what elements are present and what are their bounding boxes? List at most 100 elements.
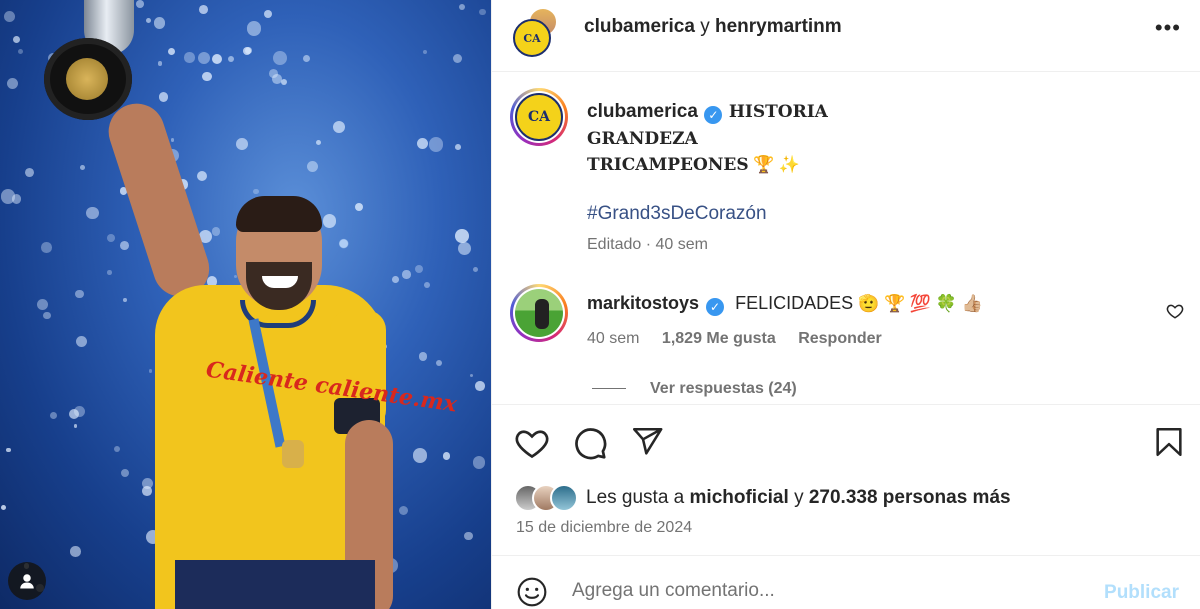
confetti-sparkle [13,36,21,44]
share-button[interactable] [630,425,664,464]
confetti-sparkle [0,189,16,204]
post-date: 15 de diciembre de 2024 [516,519,693,536]
comment-username[interactable]: markitostoys [587,293,699,313]
confetti-sparkle [197,51,211,65]
avatar-clubamerica[interactable]: CA [513,19,551,57]
confetti-sparkle [107,270,113,275]
confetti-sparkle [464,531,473,541]
confetti-sparkle [246,21,262,36]
confetti-sparkle [455,229,469,244]
confetti-sparkle [473,267,479,273]
confetti-sparkle [153,17,166,30]
caption-line: GRANDEZA [587,129,698,149]
caption-meta: Editado · 40 sem [587,236,708,253]
confetti-sparkle [202,72,212,82]
confetti-sparkle [412,448,428,463]
confetti-sparkle [302,54,310,63]
confetti-sparkle [457,242,471,256]
confetti-sparkle [197,170,208,181]
publish-button[interactable]: Publicar [1104,582,1179,604]
likes-summary: Les gusta a michoficial y 270.338 person… [514,483,1011,513]
confetti-sparkle [68,408,79,420]
add-comment-bar: Publicar [492,555,1200,609]
verified-badge-icon: ✓ [706,298,725,316]
tagged-users-button[interactable] [8,562,46,600]
confetti-sparkle [43,311,51,320]
confetti-sparkle [280,79,288,86]
comment-avatar[interactable] [510,284,568,342]
collab-avatars[interactable]: CA [513,7,563,57]
confetti-sparkle [479,8,486,16]
confetti-sparkle [272,74,282,84]
liker-username-link[interactable]: michoficial [690,487,789,508]
comment-time: 40 sem [587,330,640,347]
confetti-sparkle [306,160,319,173]
confetti-sparkle [158,92,169,102]
confetti-sparkle [36,299,48,310]
post-authors: clubamerica y henrymartinm [584,16,842,37]
confetti-sparkle [402,270,411,279]
user-icon [20,574,34,589]
confetti-sparkle [170,138,175,142]
caption-username[interactable]: clubamerica [587,101,698,122]
confetti-sparkle [157,61,162,66]
confetti-sparkle [332,120,346,134]
confetti-sparkle [227,55,234,62]
like-button[interactable] [514,425,550,466]
confetti-sparkle [145,17,152,23]
comment-text: FELICIDADES [735,293,854,313]
confetti-sparkle [452,53,463,63]
confetti-sparkle [74,424,78,428]
comment-button[interactable] [572,425,608,466]
confetti-sparkle [315,139,321,145]
confetti-sparkle [184,52,195,63]
comment-input[interactable] [572,580,1092,602]
trophy [44,0,134,120]
confetti-sparkle [199,5,208,14]
confetti-sparkle [75,336,87,348]
save-button[interactable] [1152,425,1186,464]
confetti-sparkle [424,282,431,289]
caption-emoji: 🏆 ✨ [753,155,801,174]
confetti-sparkle [3,10,15,22]
confetti-sparkle [459,4,466,11]
post-actions: Les gusta a michoficial y 270.338 person… [492,404,1200,554]
view-replies-button[interactable]: Ver respuestas (24) [592,380,797,398]
emoji-picker-button[interactable] [516,576,548,609]
confetti-sparkle [6,447,11,453]
confetti-sparkle [236,137,248,150]
comment-emojis: 🫡 🏆 💯 🍀 👍🏼 [858,294,983,313]
confetti-sparkle [442,452,451,460]
hashtag-link[interactable]: #Grand3sDeCorazón [587,203,1147,225]
comment-likes-link[interactable]: 1,829 Me gusta [662,330,776,347]
confetti-sparkle [417,137,429,149]
post-photo[interactable]: Caliente caliente.mx [0,0,491,609]
reply-button[interactable]: Responder [798,330,882,347]
confetti-sparkle [354,202,364,212]
caption-avatar[interactable]: CA [510,88,568,146]
author-link-henrymartinm[interactable]: henrymartinm [715,16,842,37]
confetti-sparkle [120,468,130,478]
author-link-clubamerica[interactable]: clubamerica [584,16,695,37]
more-icon: ••• [1154,15,1181,40]
confetti-sparkle [168,47,176,55]
confetti-sparkle [24,167,34,177]
confetti-sparkle [7,77,19,90]
share-icon [632,427,663,455]
verified-badge-icon: ✓ [704,106,723,124]
medal [282,440,304,468]
bookmark-icon [1156,427,1182,457]
caption-line: TRICAMPEONES [587,155,749,175]
confetti-sparkle [107,234,115,242]
confetti-sparkle [80,165,86,171]
post-side-panel: CA clubamerica y henrymartinm ••• CA clu… [491,0,1200,609]
confetti-sparkle [244,47,252,54]
confetti-sparkle [392,276,399,283]
likes-count-link[interactable]: 270.338 personas más [809,487,1011,508]
comment-like-button[interactable] [1166,302,1184,325]
confetti-sparkle [70,545,81,557]
confetti-sparkle [414,264,424,274]
more-options-button[interactable]: ••• [1154,15,1181,40]
confetti-sparkle [418,352,428,361]
liker-avatar[interactable] [550,484,578,512]
